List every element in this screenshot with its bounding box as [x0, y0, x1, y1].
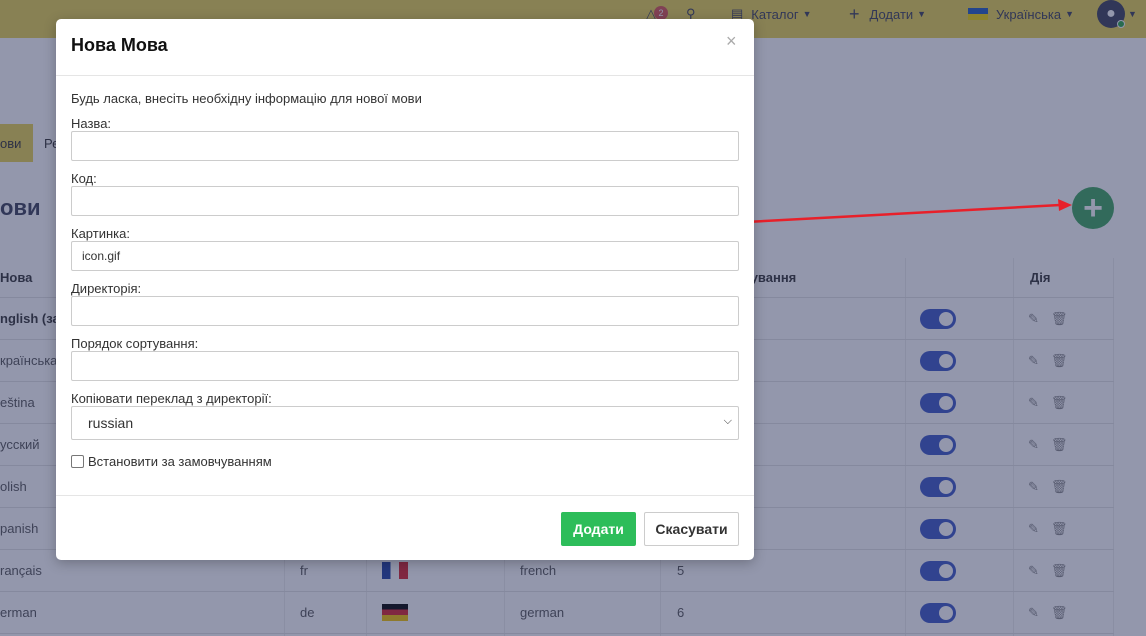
default-checkbox-label: Встановити за замовчуванням — [88, 454, 272, 469]
default-checkbox[interactable] — [71, 455, 84, 468]
directory-field[interactable] — [71, 296, 739, 326]
close-icon[interactable]: × — [726, 31, 737, 52]
code-label: Код: — [71, 171, 97, 186]
copy-translation-select[interactable]: russian ⌵ — [71, 406, 739, 440]
dialog-footer: Додати Скасувати — [56, 495, 754, 560]
new-language-dialog: Нова Мова × Будь ласка, внесіть необхідн… — [56, 19, 754, 560]
add-button[interactable]: Додати — [561, 512, 636, 546]
image-label: Картинка: — [71, 226, 130, 241]
dialog-title: Нова Мова — [71, 35, 168, 55]
name-field[interactable] — [71, 131, 739, 161]
name-label: Назва: — [71, 116, 112, 131]
copy-translation-label: Копіювати переклад з директорії: — [71, 391, 272, 406]
cancel-button[interactable]: Скасувати — [644, 512, 739, 546]
dialog-intro-text: Будь ласка, внесіть необхідну інформацію… — [71, 91, 422, 106]
copy-translation-selected: russian — [88, 415, 134, 431]
dialog-header: Нова Мова × — [56, 19, 754, 76]
chevron-down-icon: ⌵ — [723, 415, 732, 427]
image-field[interactable] — [71, 241, 739, 271]
sort-order-label: Порядок сортування: — [71, 336, 199, 351]
directory-label: Директорія: — [71, 281, 142, 296]
code-field[interactable] — [71, 186, 739, 216]
default-checkbox-row[interactable]: Встановити за замовчуванням — [71, 454, 272, 469]
sort-order-field[interactable] — [71, 351, 739, 381]
